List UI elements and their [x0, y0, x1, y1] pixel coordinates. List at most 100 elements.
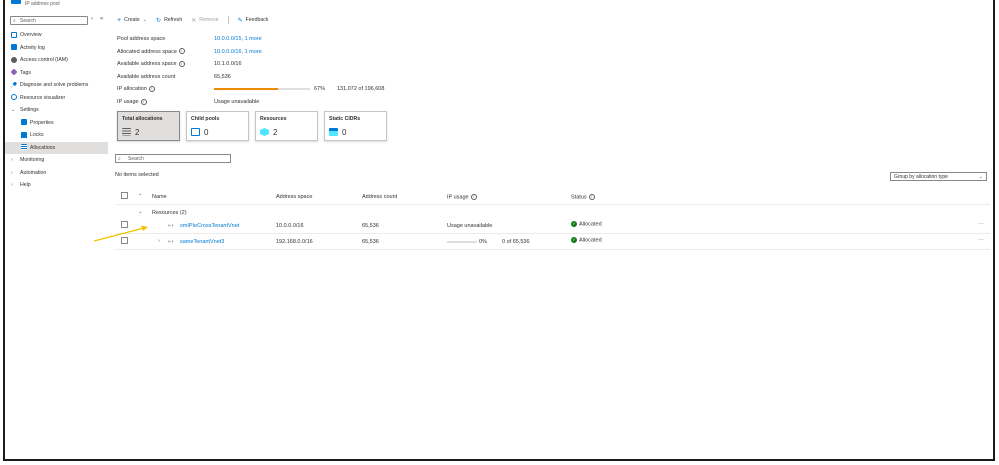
card-value: 2 — [135, 128, 140, 137]
sidebar-item-automation[interactable]: › Automation — [5, 167, 108, 180]
info-icon[interactable]: i — [178, 60, 185, 67]
sidebar-item-label: Access control (IAM) — [20, 57, 68, 63]
ip-allocation-progress-fill — [214, 88, 279, 91]
sidebar-item-locks[interactable]: Locks — [5, 129, 108, 142]
grid-header: ⌄ Name Address space Address count IP us… — [115, 190, 990, 205]
sidebar-item-settings[interactable]: ⌄ Settings — [5, 104, 108, 117]
annotation-arrow-icon — [93, 225, 148, 242]
info-icon[interactable]: i — [178, 48, 185, 55]
group-label: Resources (2) — [152, 210, 187, 216]
info-icon[interactable]: i — [148, 85, 155, 92]
ip-usage-cell: Usage unavailable — [447, 223, 493, 229]
expand-all-icon[interactable]: ⌄ — [138, 191, 143, 197]
resource-name-link[interactable]: sameTenantVnet3 — [180, 239, 224, 245]
feedback-button[interactable]: ✎ Feedback — [238, 17, 269, 24]
remove-label: Remove — [199, 17, 219, 23]
lock-icon — [21, 131, 27, 138]
row-more-options-icon[interactable]: ··· — [978, 221, 984, 227]
refresh-button[interactable]: ↻ Refresh — [156, 17, 182, 24]
address-space-cell: 192.168.0.0/16 — [276, 239, 313, 245]
available-address-space-value: 10.1.0.0/16 — [214, 61, 242, 68]
table-row[interactable]: ‹·› smIPIeCrossTenantVnet 10.0.0.0/16 65… — [115, 218, 990, 234]
ip-usage-value: Usage unavailable — [214, 98, 260, 105]
ip-pool-logo-icon — [11, 0, 21, 4]
info-icon[interactable]: i — [470, 194, 477, 200]
sidebar-item-properties[interactable]: Properties — [5, 117, 108, 130]
card-title: Static CIDRs — [329, 116, 361, 122]
sidebar-item-resource-visualizer[interactable]: Resource visualizer — [5, 92, 108, 105]
card-total-allocations[interactable]: Total allocations 2 — [117, 111, 180, 141]
group-row[interactable]: ⌄ Resources (2) — [115, 205, 990, 218]
info-icon[interactable]: i — [588, 194, 595, 200]
collapse-sidebar-icon[interactable]: « — [100, 16, 103, 22]
card-resources[interactable]: Resources 2 — [255, 111, 318, 141]
sidebar-item-label: Monitoring — [20, 157, 45, 163]
column-header-address-count[interactable]: Address count — [362, 194, 397, 200]
sidebar-item-label: Settings — [20, 107, 39, 113]
sidebar-item-activity-log[interactable]: Activity log — [5, 42, 108, 55]
sidebar-item-tags[interactable]: Tags — [5, 67, 108, 80]
ip-usage-progress-bar — [447, 241, 477, 243]
search-icon: ⌕ — [13, 18, 16, 24]
ip-allocation-label: IP allocation — [117, 86, 147, 93]
pool-address-space-link[interactable]: 10.0.0.0/15, 1 more — [214, 33, 262, 46]
sidebar-item-diagnose[interactable]: Diagnose and solve problems — [5, 79, 108, 92]
chevron-right-icon: › — [11, 182, 13, 188]
status-cell: ✓ Allocated — [571, 221, 602, 227]
sidebar-item-overview[interactable]: Overview — [5, 29, 108, 42]
remove-button[interactable]: ✕ Remove — [191, 17, 218, 24]
sidebar-item-allocations[interactable]: Allocations — [5, 141, 108, 154]
chevron-right-icon: › — [11, 157, 13, 163]
properties-icon — [21, 119, 27, 126]
column-header-name[interactable]: Name — [152, 194, 167, 200]
status-label: Allocated — [579, 237, 602, 244]
select-all-checkbox[interactable] — [121, 192, 128, 199]
info-icon[interactable]: i — [140, 98, 147, 105]
sidebar-item-iam[interactable]: Access control (IAM) — [5, 54, 108, 67]
list-icon — [122, 128, 131, 136]
chevron-down-icon[interactable]: ⌄ — [138, 209, 143, 215]
title-bar: IP address pool — [5, 0, 205, 8]
pool-icon — [191, 128, 200, 136]
create-button[interactable]: + Create ⌄ — [117, 17, 147, 24]
group-by-dropdown[interactable]: Group by allocation type ⌄ — [890, 172, 987, 181]
sidebar-item-help[interactable]: › Help — [5, 179, 108, 192]
status-cell: ✓ Allocated — [571, 237, 602, 243]
cube-icon — [260, 128, 269, 136]
chevron-down-icon: ⌄ — [11, 107, 16, 113]
resource-name-link[interactable]: smIPIeCrossTenantVnet — [180, 223, 239, 229]
page-subtitle: IP address pool — [25, 1, 60, 7]
column-header-status[interactable]: Status i — [571, 194, 595, 200]
card-title: Resources — [260, 116, 287, 122]
check-circle-icon: ✓ — [571, 221, 577, 227]
sidebar-nav: Overview Activity log Access control (IA… — [5, 29, 108, 192]
chevron-right-icon[interactable]: › — [158, 238, 160, 244]
address-space-cell: 10.0.0.0/16 — [276, 223, 304, 229]
allocations-search-input[interactable]: ⌕ Search — [115, 154, 231, 163]
sidebar-item-label: Overview — [20, 32, 42, 38]
ip-allocation-percent: 67% — [314, 86, 326, 93]
card-child-pools[interactable]: Child pools 0 — [186, 111, 249, 141]
virtual-network-icon: ‹·› — [168, 223, 174, 229]
column-header-address-space[interactable]: Address space — [276, 194, 312, 200]
card-static-cidrs[interactable]: Static CIDRs 0 — [324, 111, 387, 141]
chevron-down-icon: ⌄ — [142, 17, 148, 23]
chevron-right-icon: › — [11, 169, 13, 176]
card-value: 2 — [273, 128, 278, 137]
available-address-space-label: Available address space — [117, 61, 177, 68]
sidebar-search-input[interactable]: ⌕ Search — [10, 16, 88, 25]
card-title: Total allocations — [122, 116, 163, 122]
virtual-network-icon: ‹·› — [168, 239, 174, 245]
ip-allocation-label-wrap: IP allocation i — [117, 83, 212, 96]
sidebar-item-monitoring[interactable]: › Monitoring — [5, 154, 108, 167]
sidebar-item-label: Automation — [20, 169, 47, 176]
ip-usage-percent: 0% — [479, 239, 487, 245]
column-header-ip-usage[interactable]: IP usage i — [447, 194, 477, 200]
table-row[interactable]: › ‹·› sameTenantVnet3 192.168.0.0/16 65,… — [115, 234, 990, 250]
allocated-address-space-link[interactable]: 10.0.0.0/16, 1 more — [214, 46, 262, 59]
ip-allocation-progress-bar — [214, 88, 310, 91]
row-more-options-icon[interactable]: ··· — [978, 237, 984, 243]
sidebar-item-label: Resource visualizer — [20, 94, 66, 101]
feedback-icon: ✎ — [237, 17, 243, 24]
expand-collapse-icon[interactable]: ‹ — [91, 16, 93, 22]
